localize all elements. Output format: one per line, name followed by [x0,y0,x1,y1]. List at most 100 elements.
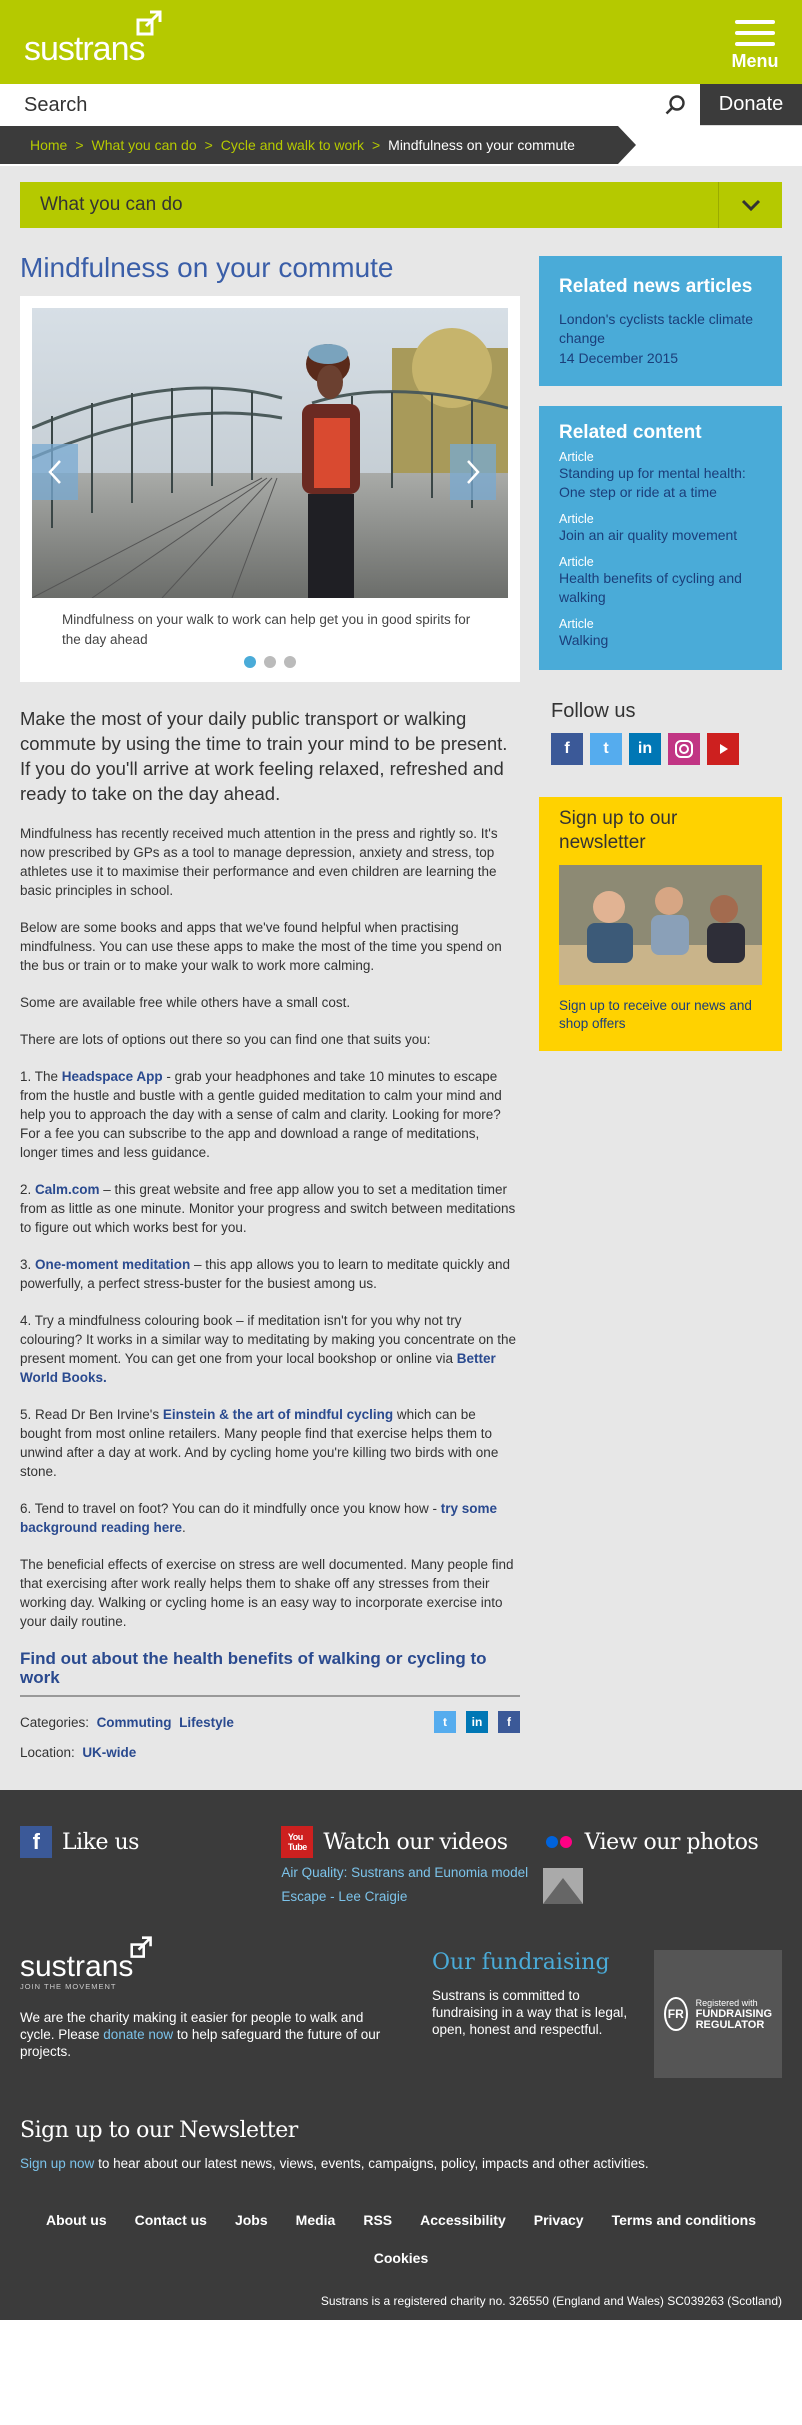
carousel-next-button[interactable] [450,444,496,500]
related-item-link[interactable]: Health benefits of cycling and walking [559,569,762,607]
footer-link-privacy[interactable]: Privacy [534,2212,584,2228]
related-item: Article Health benefits of cycling and w… [559,555,762,607]
breadcrumb-current: Mindfulness on your commute [388,137,575,153]
image-caption: Mindfulness on your walk to work can hel… [62,612,471,647]
like-us-link[interactable]: f Like us [20,1826,281,1858]
article-lede: Make the most of your daily public trans… [20,708,508,804]
calm-link[interactable]: Calm.com [35,1182,100,1197]
list-item: 5. Read Dr Ben Irvine's Einstein & the a… [20,1405,520,1481]
carousel-dot[interactable] [244,656,256,668]
twitter-share-icon[interactable]: t [434,1711,456,1733]
related-content-panel: Related content Article Standing up for … [539,406,782,670]
related-item-link[interactable]: Join an air quality movement [559,526,762,545]
menu-label: Menu [731,51,779,71]
footer-like-us: f Like us [20,1826,281,1906]
related-item-link[interactable]: Standing up for mental health: One step … [559,464,762,502]
twitter-icon[interactable]: t [590,733,622,765]
fundraising-regulator-badge[interactable]: FR Registered with FUNDRAISING REGULATOR [654,1950,782,2078]
footer-fundraising: Our fundraising Sustrans is committed to… [432,1950,628,2078]
instagram-icon[interactable] [668,733,700,765]
search-input[interactable] [0,84,700,126]
list-item-text: 5. Read Dr Ben Irvine's [20,1407,163,1422]
carousel-prev-button[interactable] [32,444,78,500]
image-carousel: Mindfulness on your walk to work can hel… [20,296,520,682]
newsletter-signup-link[interactable]: Sign up to receive our news and shop off… [539,985,782,1033]
footer-link-cookies[interactable]: Cookies [20,2250,782,2266]
video-link[interactable]: Air Quality: Sustrans and Eunomia model [281,1864,542,1882]
donate-now-link[interactable]: donate now [103,2027,173,2042]
sidebar: Related news articles London's cyclists … [539,256,782,1760]
hamburger-icon [730,20,780,46]
health-benefits-link[interactable]: Find out about the health benefits of wa… [20,1649,520,1687]
menu-button[interactable]: Menu [730,20,780,72]
breadcrumb-home[interactable]: Home [30,137,67,153]
related-item: Article Standing up for mental health: O… [559,450,762,502]
facebook-icon[interactable]: f [551,733,583,765]
related-news-title: Related news articles [559,276,753,297]
article: Mindfulness on your commute Mindfulness … [20,252,520,1760]
footer-logo[interactable]: sustrans [20,1936,382,1984]
fr-badge-line: Registered with [695,1997,758,2008]
list-item: 2. Calm.com – this great website and fre… [20,1180,520,1237]
chevron-down-icon[interactable] [718,182,782,228]
footer-link-jobs[interactable]: Jobs [235,2212,268,2228]
section-nav-dropdown[interactable]: What you can do [20,182,782,228]
video-link[interactable]: Escape - Lee Craigie [281,1888,542,1906]
article-paragraph: Below are some books and apps that we've… [20,920,502,973]
related-item-type: Article [559,512,594,526]
photo-thumbnail[interactable] [542,1868,583,1904]
facebook-share-icon[interactable]: f [498,1711,520,1733]
sustrans-logo[interactable]: sustrans [24,10,162,69]
article-paragraph: Mindfulness has recently received much a… [20,826,498,898]
carousel-dot[interactable] [264,656,276,668]
youtube-icon[interactable] [707,733,739,765]
einstein-book-link[interactable]: Einstein & the art of mindful cycling [163,1407,393,1422]
article-paragraph: Some are available free while others hav… [20,995,351,1010]
footer-link-accessibility[interactable]: Accessibility [420,2212,506,2228]
watch-videos-label: Watch our videos [323,1829,508,1855]
category-commuting[interactable]: Commuting [97,1715,172,1730]
watch-videos-link[interactable]: You Tube Watch our videos [281,1826,542,1858]
site-header: sustrans Menu [0,0,802,84]
footer-link-contact[interactable]: Contact us [135,2212,207,2228]
categories-row: Categories: Commuting Lifestyle t in f [20,1711,520,1733]
carousel-dots [32,656,508,674]
follow-us: Follow us f t in [539,690,782,791]
categories: Categories: Commuting Lifestyle [20,1715,234,1730]
search-icon[interactable] [664,94,686,116]
donate-button[interactable]: Donate [700,84,802,125]
footer-newsletter-text: Sign up now to hear about our latest new… [20,2155,782,2172]
sign-up-now-link[interactable]: Sign up now [20,2156,94,2171]
list-item: 1. The Headspace App - grab your headpho… [20,1067,520,1162]
footer-link-terms[interactable]: Terms and conditions [612,2212,756,2228]
view-photos-link[interactable]: View our photos [543,1826,782,1858]
list-item-text: 2. [20,1182,36,1197]
breadcrumb-wrap: Home > What you can do > Cycle and walk … [0,126,802,166]
list-item: 4. Try a mindfulness colouring book – if… [20,1311,520,1387]
logo-text: sustrans [24,30,145,68]
headspace-app-link[interactable]: Headspace App [62,1069,163,1084]
breadcrumb-cycle-walk-work[interactable]: Cycle and walk to work [221,137,364,153]
divider [20,1695,520,1697]
list-item-text: 3. [20,1257,36,1272]
linkedin-icon[interactable]: in [629,733,661,765]
one-moment-meditation-link[interactable]: One-moment meditation [35,1257,190,1272]
related-item-link[interactable]: Walking [559,631,762,650]
category-lifestyle[interactable]: Lifestyle [179,1715,234,1730]
footer-link-about[interactable]: About us [46,2212,107,2228]
article-paragraph: The beneficial effects of exercise on st… [20,1557,514,1629]
breadcrumb-what-you-can-do[interactable]: What you can do [92,137,197,153]
carousel-dot[interactable] [284,656,296,668]
footer-logo-text: sustrans [20,1950,134,1983]
footer-link-media[interactable]: Media [296,2212,336,2228]
search-bar: Donate [0,84,802,126]
footer-link-rss[interactable]: RSS [363,2212,392,2228]
fr-mark: FR [664,1997,688,2031]
legal-text: Sustrans is a registered charity no. 326… [320,2294,782,2308]
linkedin-share-icon[interactable]: in [466,1711,488,1733]
logo-arrow-icon [136,10,162,36]
related-item-type: Article [559,555,594,569]
location-uk-wide[interactable]: UK-wide [82,1745,136,1760]
news-link[interactable]: London's cyclists tackle climate change [559,310,762,348]
list-item-text: . [182,1520,186,1535]
